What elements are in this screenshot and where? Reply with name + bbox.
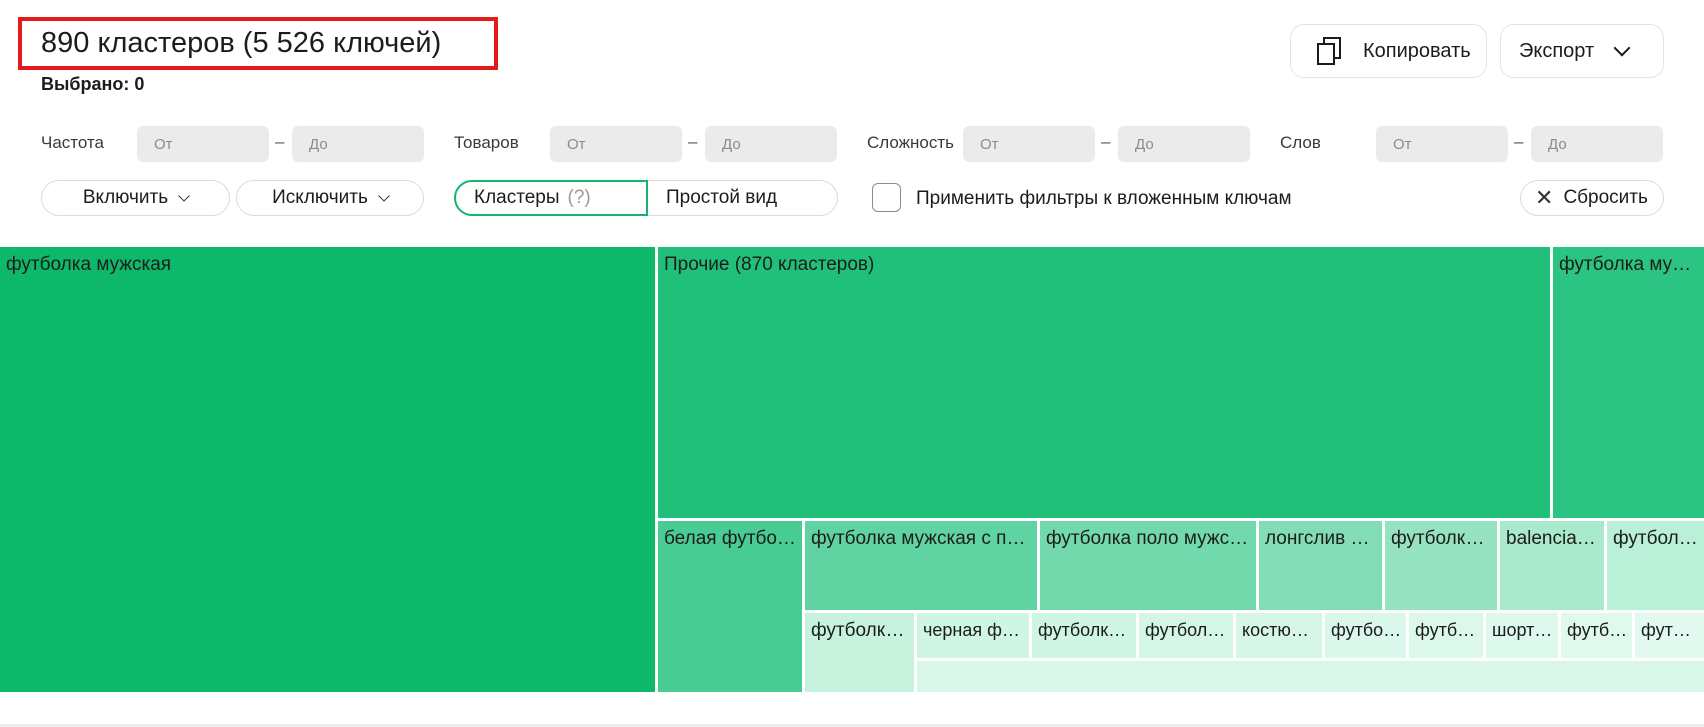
treemap-cell[interactable]: футболка му… (1553, 247, 1704, 521)
treemap-cell-label: футболка мужская с п… (811, 528, 1026, 549)
treemap-cell-label: футболка мужская (6, 254, 172, 275)
close-icon: ✕ (1535, 185, 1554, 210)
treemap-cell[interactable]: футб… (1635, 613, 1704, 661)
goods-from-input[interactable] (550, 126, 682, 162)
selected-count: Выбрано: 0 (41, 74, 145, 94)
treemap-cell[interactable]: черная ф… (917, 613, 1032, 661)
include-label: Включить (82, 187, 169, 208)
frequency-label: Частота (41, 133, 105, 152)
treemap-cell[interactable]: футболка мужская (0, 247, 658, 695)
view-simple-tab[interactable]: Простой вид (666, 180, 777, 216)
treemap-cell-label: Прочие (870 кластеров) (664, 254, 875, 275)
treemap-cell[interactable]: футбо… (1409, 613, 1486, 661)
frequency-from-input[interactable] (137, 126, 269, 162)
treemap-cell-label: футболк… (1038, 620, 1127, 640)
treemap-cell[interactable]: футболка… (1385, 521, 1500, 613)
chevron-down-icon (378, 189, 390, 202)
exclude-dropdown[interactable]: Исключить (236, 180, 424, 216)
treemap-cell-label: белая футбо… (664, 528, 796, 549)
treemap-cell[interactable]: футб… (1561, 613, 1635, 661)
view-simple-label: Простой вид (666, 187, 778, 208)
range-dash: – (1101, 132, 1111, 151)
treemap-cell-label: футбо… (1331, 620, 1402, 640)
copy-button-label: Копировать (1363, 39, 1471, 62)
export-button-label: Экспорт (1519, 39, 1595, 62)
difficulty-from-input[interactable] (963, 126, 1095, 162)
treemap-cell[interactable]: футбол… (1607, 521, 1704, 613)
treemap-cell-label: костю… (1242, 620, 1309, 640)
help-hint[interactable]: (?) (568, 187, 591, 209)
exclude-label: Исключить (272, 187, 368, 208)
chevron-down-icon (1613, 39, 1631, 57)
treemap-cell-label: футбо… (1415, 620, 1479, 640)
apply-nested-label: Применить фильтры к вложенным ключам (916, 188, 1292, 209)
words-from-input[interactable] (1376, 126, 1508, 162)
treemap-cell-label: футб… (1641, 620, 1700, 640)
reset-button[interactable]: ✕ Сбросить (1520, 180, 1664, 216)
treemap-cell[interactable]: шорт… (1486, 613, 1561, 661)
treemap-cell[interactable]: футболка поло мужс… (1040, 521, 1259, 613)
treemap-cell-label: футболка му… (1559, 254, 1692, 275)
treemap-cell[interactable]: футболк… (1032, 613, 1139, 661)
treemap-cell-label: футбол… (1613, 528, 1698, 549)
treemap-cell[interactable]: футболка мужская с п… (805, 521, 1040, 613)
goods-label: Товаров (454, 133, 519, 152)
range-dash: – (1514, 132, 1524, 151)
treemap-cell-label: футболка… (811, 620, 910, 641)
reset-label: Сбросить (1563, 187, 1648, 208)
treemap-cell[interactable]: белая футбо… (658, 521, 805, 695)
treemap-cell-label: футболка поло мужс… (1046, 528, 1249, 549)
treemap-cell[interactable]: костю… (1236, 613, 1325, 661)
treemap-cell-label: футбол… (1145, 620, 1226, 640)
include-dropdown[interactable]: Включить (41, 180, 230, 216)
cluster-treemap: футболка мужская Прочие (870 кластеров) … (0, 247, 1704, 695)
page-title: 890 кластеров (5 526 ключей) (41, 27, 442, 59)
treemap-cell[interactable]: Прочие (870 кластеров) (658, 247, 1553, 521)
chevron-down-icon (178, 189, 190, 202)
range-dash: – (275, 132, 285, 151)
range-dash: – (688, 132, 698, 151)
treemap-cell[interactable]: лонгслив … (1259, 521, 1385, 613)
apply-nested-checkbox[interactable] (872, 183, 901, 212)
copy-icon (1315, 36, 1343, 66)
copy-button[interactable]: Копировать (1290, 24, 1487, 78)
treemap-cell-label: лонгслив … (1265, 528, 1370, 549)
treemap-cell[interactable]: футбол… (1139, 613, 1236, 661)
treemap-cell-label: футб… (1567, 620, 1628, 640)
frequency-to-input[interactable] (292, 126, 424, 162)
treemap-cell-label: balencia… (1506, 528, 1596, 549)
goods-to-input[interactable] (705, 126, 837, 162)
treemap-cell[interactable]: футболка… (805, 613, 917, 695)
treemap-cell[interactable] (917, 661, 1704, 695)
treemap-cell[interactable]: футбо… (1325, 613, 1409, 661)
words-label: Слов (1280, 133, 1321, 152)
difficulty-label: Сложность (867, 133, 955, 152)
export-dropdown[interactable]: Экспорт (1500, 24, 1664, 78)
view-clusters-tab[interactable]: Кластеры (?) (454, 180, 648, 216)
treemap-cell-label: черная ф… (923, 620, 1020, 640)
view-clusters-label: Кластеры (474, 187, 560, 208)
words-to-input[interactable] (1531, 126, 1663, 162)
treemap-cell-label: футболка… (1391, 528, 1493, 549)
treemap-cell-label: шорт… (1492, 620, 1553, 640)
difficulty-to-input[interactable] (1118, 126, 1250, 162)
treemap-cell[interactable]: balencia… (1500, 521, 1607, 613)
